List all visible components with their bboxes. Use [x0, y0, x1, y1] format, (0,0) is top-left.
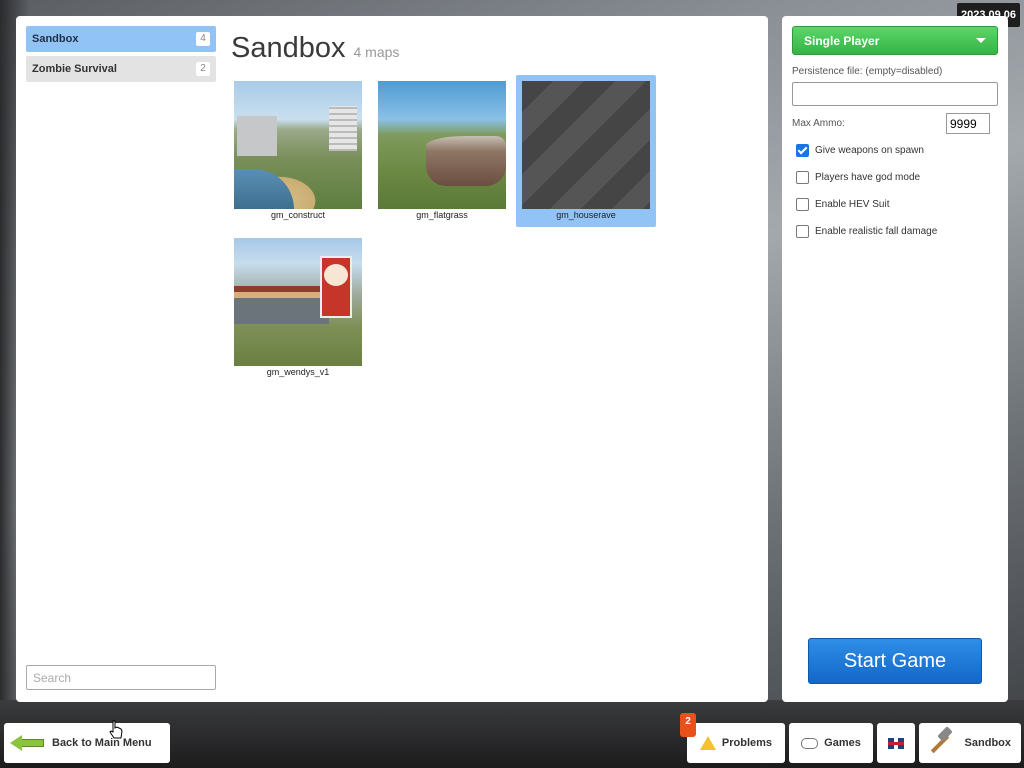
map-name: gm_houserave [556, 210, 616, 220]
option-god-mode[interactable]: Players have god mode [796, 171, 920, 184]
map-tile-gm-flatgrass[interactable]: gm_flatgrass [372, 75, 512, 227]
page-heading: Sandbox 4 maps [231, 32, 399, 65]
back-label: Back to Main Menu [52, 737, 152, 749]
uk-flag-icon [888, 737, 904, 749]
games-label: Games [824, 737, 861, 749]
hand-cursor-icon [109, 720, 123, 739]
persistence-file-input[interactable] [792, 82, 998, 106]
max-ammo-input[interactable] [946, 113, 990, 134]
problems-label: Problems [721, 737, 773, 749]
checkbox[interactable] [796, 171, 809, 184]
map-tile-gm-wendys-v1[interactable]: gm_wendys_v1 [228, 232, 368, 384]
gamemode-button[interactable]: Sandbox [919, 723, 1021, 763]
category-list: Sandbox 4 Zombie Survival 2 [26, 26, 216, 86]
option-give-weapons[interactable]: Give weapons on spawn [796, 144, 924, 157]
category-count: 4 [196, 32, 210, 46]
chevron-down-icon [976, 38, 986, 43]
map-tile-gm-houserave[interactable]: gm_houserave [516, 75, 656, 227]
map-thumbnail [234, 238, 362, 366]
category-count: 2 [196, 62, 210, 76]
map-name: gm_construct [270, 210, 326, 220]
option-label: Players have god mode [815, 172, 921, 183]
option-fall-damage[interactable]: Enable realistic fall damage [796, 225, 937, 238]
category-label: Zombie Survival [32, 63, 117, 75]
gamepad-icon [801, 737, 819, 749]
back-to-main-menu-button[interactable]: Back to Main Menu [4, 723, 170, 763]
checkbox-checked[interactable] [796, 144, 809, 157]
option-label: Enable realistic fall damage [815, 226, 938, 237]
game-settings-panel: Single Player Persistence file: (empty=d… [782, 16, 1008, 702]
map-browser-panel: Sandbox 4 Zombie Survival 2 Sandbox 4 ma… [16, 16, 768, 702]
warning-icon [699, 736, 716, 750]
player-mode-label: Single Player [804, 33, 880, 48]
max-ammo-label: Max Ammo: [792, 118, 845, 129]
gamemode-label: Sandbox [964, 737, 1011, 749]
search-input[interactable] [26, 665, 216, 690]
language-button[interactable] [877, 723, 915, 763]
category-item-zombie-survival[interactable]: Zombie Survival 2 [26, 56, 216, 82]
games-button[interactable]: Games [789, 723, 873, 763]
map-name: gm_flatgrass [416, 210, 468, 220]
map-tile-gm-construct[interactable]: gm_construct [228, 75, 368, 227]
start-game-button[interactable]: Start Game [808, 638, 982, 684]
problems-count-badge: 2 [680, 713, 696, 737]
player-mode-dropdown[interactable]: Single Player [792, 26, 998, 55]
back-arrow-icon [10, 735, 44, 751]
persistence-file-label: Persistence file: (empty=disabled) [792, 66, 943, 77]
option-hev-suit[interactable]: Enable HEV Suit [796, 198, 890, 211]
checkbox[interactable] [796, 198, 809, 211]
option-label: Enable HEV Suit [815, 199, 890, 210]
map-thumbnail [234, 81, 362, 209]
map-thumbnail [378, 81, 506, 209]
option-label: Give weapons on spawn [815, 145, 924, 156]
problems-button[interactable]: Problems [687, 723, 785, 763]
map-name: gm_wendys_v1 [266, 367, 330, 377]
map-count-subtitle: 4 maps [353, 44, 400, 60]
checkbox[interactable] [796, 225, 809, 238]
page-title: Sandbox [231, 32, 346, 64]
map-thumbnail-missing [522, 81, 650, 209]
category-item-sandbox[interactable]: Sandbox 4 [26, 26, 216, 52]
hammer-icon [923, 726, 953, 758]
category-label: Sandbox [32, 33, 79, 45]
